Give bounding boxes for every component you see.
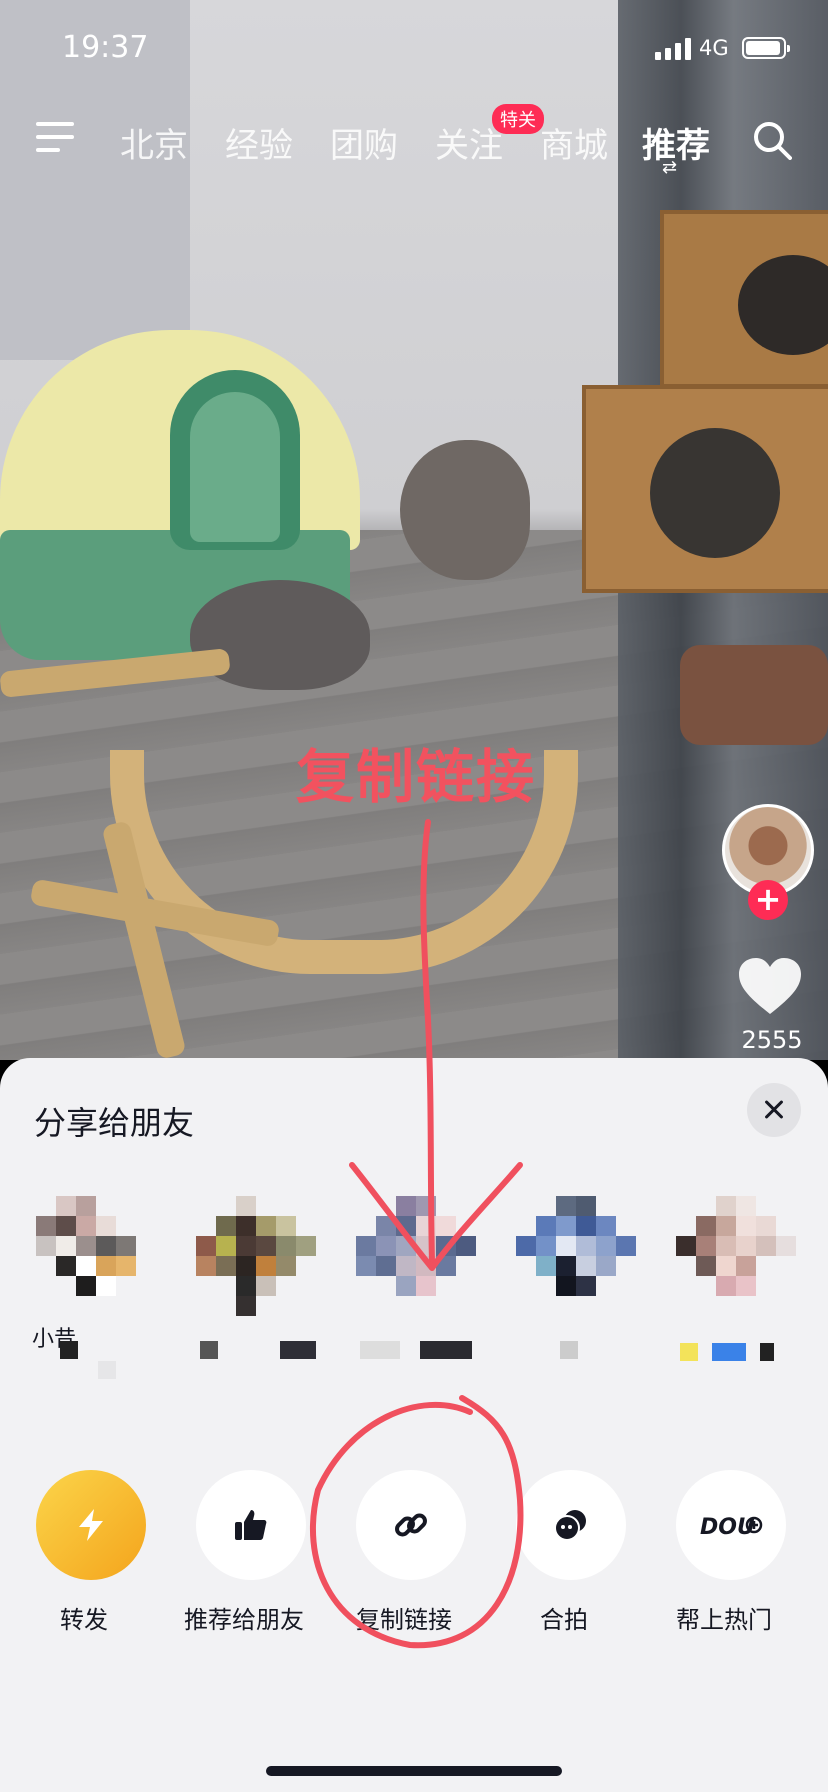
- network-type: 4G: [699, 36, 729, 60]
- friend-item[interactable]: [352, 1196, 476, 1386]
- duet-icon: [554, 1510, 586, 1541]
- action-label: 合拍: [540, 1606, 588, 1634]
- kitten-standing: [400, 440, 530, 580]
- dou-plus-icon: DOU: [700, 1515, 763, 1540]
- friend-avatar: [676, 1196, 796, 1316]
- cat-house-hole-lower: [650, 428, 780, 558]
- tab-mall[interactable]: 商城: [540, 118, 608, 167]
- tab-experience[interactable]: 经验: [225, 118, 293, 167]
- share-sheet-title: 分享给朋友: [34, 1104, 195, 1142]
- share-sheet: [0, 1058, 828, 1792]
- friend-item[interactable]: [512, 1196, 636, 1386]
- lightning-icon: [79, 1509, 103, 1541]
- battery-icon: [742, 37, 790, 59]
- copy-link-button[interactable]: 复制链接: [334, 1470, 474, 1634]
- action-label: 帮上热门: [676, 1606, 772, 1634]
- friend-item[interactable]: 小昔: [32, 1196, 156, 1386]
- carrot-mat: [680, 645, 828, 745]
- action-label: 复制链接: [356, 1606, 452, 1634]
- signal-icon: [655, 38, 691, 60]
- following-badge: 特关: [492, 104, 544, 134]
- thumbs-up-icon: [235, 1510, 267, 1540]
- follow-plus-icon[interactable]: +: [748, 880, 788, 920]
- wooden-stand: [0, 648, 578, 1060]
- tab-beijing[interactable]: 北京: [120, 118, 188, 167]
- friend-item[interactable]: [672, 1196, 796, 1386]
- action-label: 转发: [60, 1606, 108, 1634]
- heart-icon[interactable]: [737, 956, 803, 1016]
- dou-plus-button[interactable]: DOU 帮上热门: [654, 1470, 794, 1634]
- recommend-to-friend-button[interactable]: 推荐给朋友: [174, 1470, 314, 1634]
- friend-avatar: [356, 1196, 476, 1316]
- action-label: 推荐给朋友: [184, 1606, 304, 1634]
- friend-avatar: [36, 1196, 152, 1316]
- friend-avatar: [196, 1196, 316, 1316]
- link-icon: [395, 1513, 427, 1537]
- close-button[interactable]: [747, 1083, 801, 1137]
- annotation-label: 复制链接: [296, 743, 537, 811]
- tab-group-buy[interactable]: 团购: [330, 118, 398, 167]
- duet-button[interactable]: 合拍: [494, 1470, 634, 1634]
- status-time: 19:37: [62, 30, 149, 65]
- search-icon[interactable]: [752, 120, 792, 160]
- swap-arrows-icon: ⇄: [662, 157, 678, 178]
- friend-item[interactable]: [192, 1196, 316, 1386]
- home-indicator[interactable]: [266, 1766, 562, 1776]
- forward-button[interactable]: 转发: [14, 1470, 154, 1634]
- friend-avatar: [516, 1196, 636, 1316]
- like-count: 2555: [741, 1026, 803, 1054]
- menu-icon[interactable]: [36, 122, 74, 152]
